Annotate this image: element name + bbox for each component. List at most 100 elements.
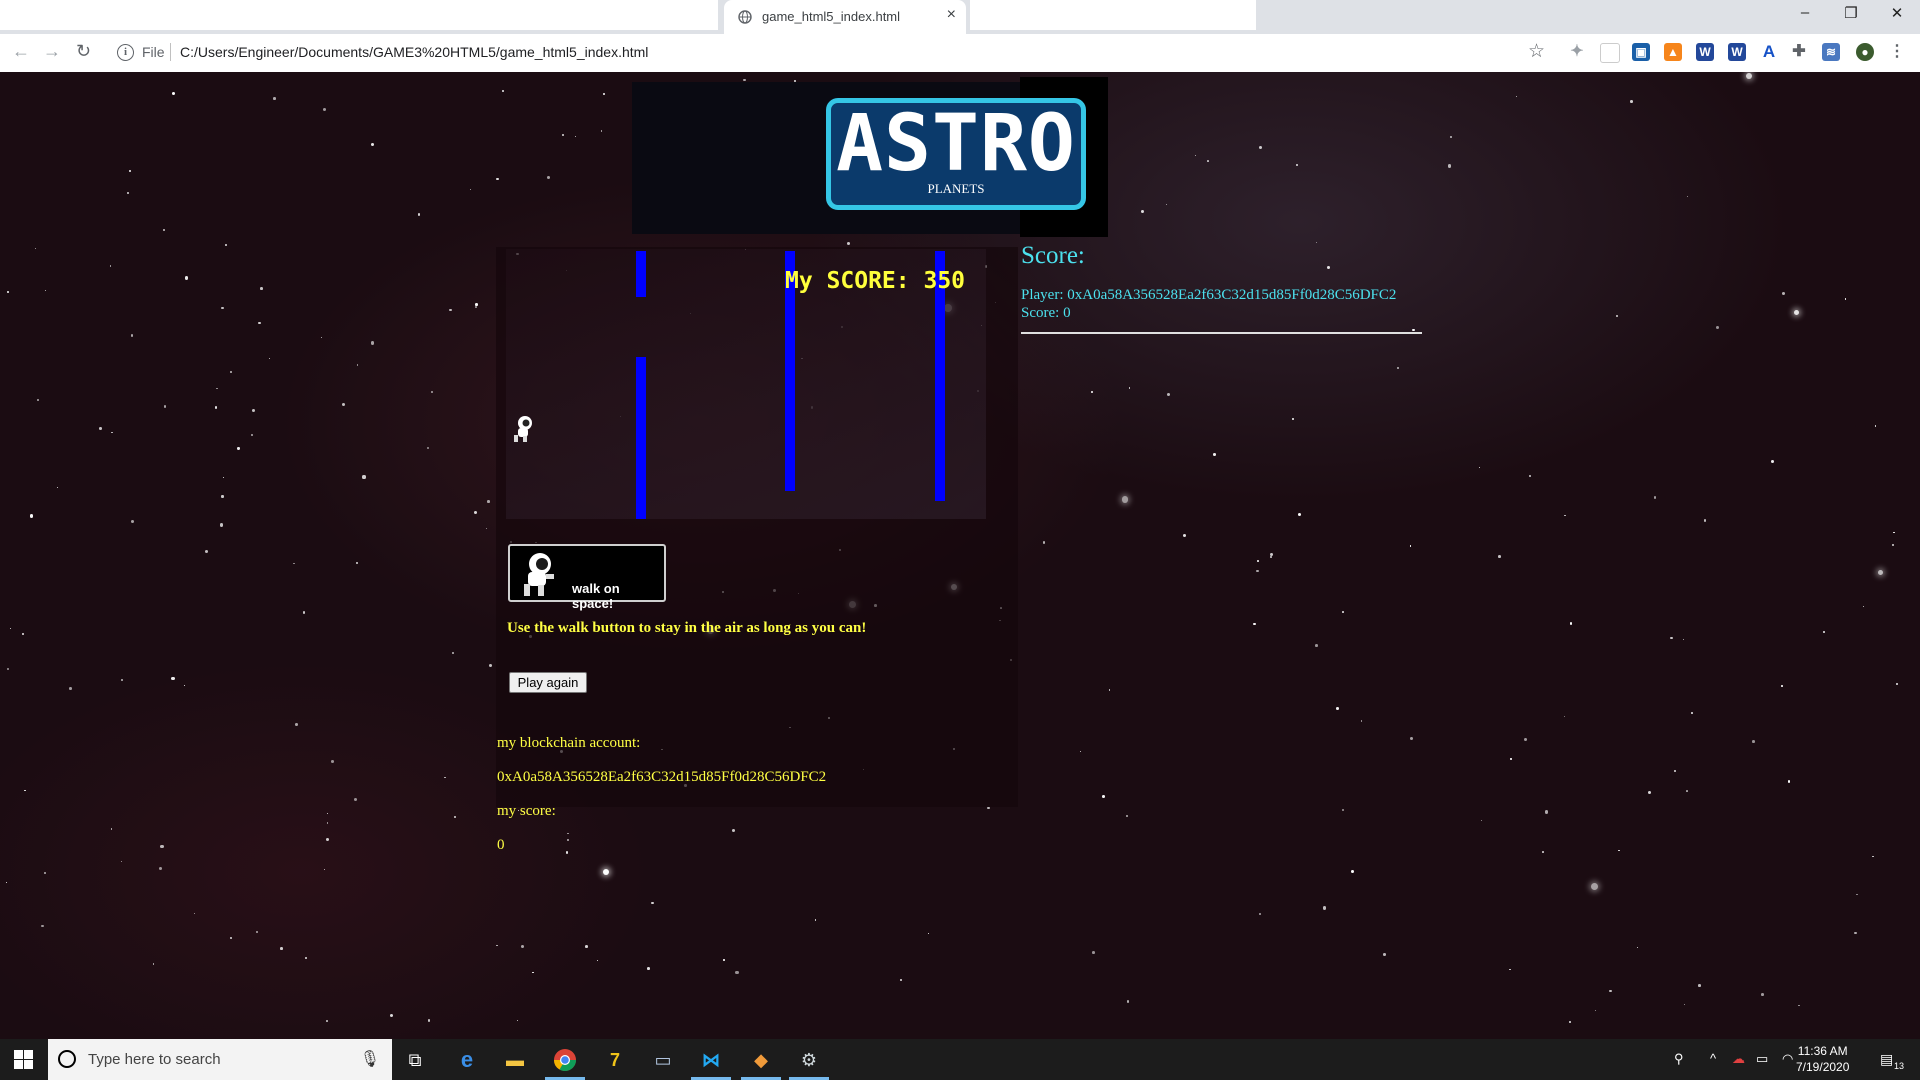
forward-arrow-icon[interactable]: → (43, 41, 61, 62)
info-icon[interactable]: i (117, 44, 134, 61)
star-dot (341, 403, 345, 407)
star-dot (1528, 474, 1532, 478)
chrome-icon[interactable] (552, 1048, 578, 1072)
star-dot (1684, 1003, 1686, 1006)
star-dot (1291, 417, 1295, 421)
profile-icon[interactable]: ● (1856, 43, 1874, 61)
notifications-icon[interactable]: ▤ (1880, 1051, 1893, 1068)
star-dot (268, 357, 270, 360)
star-dot (1615, 314, 1618, 317)
metamask-fox-icon[interactable]: ▲ (1664, 43, 1682, 61)
star-dot (205, 549, 209, 553)
taskbar-search-box[interactable]: Type here to search 🎙 (48, 1039, 392, 1080)
star-dot (1259, 145, 1262, 149)
extension-box-icon[interactable] (1600, 43, 1620, 63)
star-dot (302, 611, 306, 614)
star-dot (1448, 164, 1452, 168)
address-divider (170, 43, 171, 61)
star-dot (152, 963, 155, 965)
task-view-icon[interactable]: ⧉ (402, 1048, 428, 1072)
star-dot (1654, 496, 1657, 499)
walk-on-space-button[interactable]: walk on space! (508, 544, 666, 611)
restore-window-button[interactable]: ❐ (1828, 4, 1874, 22)
people-icon[interactable]: ⚲ (1674, 1051, 1684, 1067)
astro-planets-logo: ASTRO PLANETS (826, 98, 1086, 210)
star-dot (323, 107, 327, 112)
star-dot (566, 832, 569, 835)
extension-blue-icon[interactable]: ▣ (1632, 43, 1650, 61)
windows-start-icon[interactable] (14, 1050, 34, 1070)
tab-game-html5-index[interactable]: game_html5_index.html × (724, 0, 966, 34)
app-box-icon[interactable]: ◆ (748, 1048, 774, 1072)
wifi-icon[interactable]: ◠ (1782, 1051, 1793, 1067)
clock-date: 7/19/2020 (1796, 1060, 1850, 1074)
star-dot (474, 303, 478, 306)
star-dot (1703, 519, 1706, 522)
star-dot (1895, 683, 1899, 686)
minimize-window-button[interactable]: – (1782, 4, 1828, 21)
star-dot (603, 92, 606, 96)
onedrive-error-icon[interactable]: ☁ (1732, 1051, 1745, 1067)
star-dot (1182, 533, 1187, 538)
star-dot (158, 866, 163, 870)
star-dot (1360, 720, 1362, 722)
extension-a-icon[interactable]: A (1760, 43, 1778, 61)
tab-close-icon[interactable]: × (947, 6, 956, 24)
app-monitor-icon[interactable]: ▭ (650, 1048, 676, 1072)
star-dot (353, 797, 357, 802)
star-dot (1270, 555, 1273, 559)
star-dot (1252, 622, 1256, 626)
reload-icon[interactable]: ↻ (76, 41, 91, 62)
vscode-icon[interactable]: ⋈ (698, 1048, 724, 1072)
star-dot (371, 341, 375, 345)
star-dot (1770, 460, 1774, 464)
account-value: 0xA0a58A356528Ea2f63C32d15d85Ff0d28C56DF… (497, 769, 827, 785)
microphone-icon[interactable]: 🎙 (360, 1049, 380, 1069)
cast-icon[interactable]: ≋ (1822, 43, 1840, 61)
close-window-button[interactable]: ✕ (1874, 4, 1920, 22)
star-dot (574, 135, 577, 138)
star-dot (1893, 531, 1895, 534)
app-7-icon[interactable]: 7 (602, 1048, 628, 1072)
star-dot (1683, 639, 1685, 641)
play-again-button[interactable]: Play again (509, 672, 587, 693)
taskbar-clock[interactable]: 11:36 AM 7/19/2020 (1796, 1043, 1849, 1075)
star-dot (1752, 740, 1756, 744)
star-dot (1042, 541, 1046, 544)
edge-icon[interactable]: e (454, 1048, 480, 1072)
star-dot (1745, 72, 1752, 79)
star-dot (1647, 790, 1651, 795)
app-gear-icon[interactable]: ⚙ (796, 1048, 822, 1072)
star-dot (258, 321, 261, 325)
star-dot (1877, 570, 1883, 576)
extension-w-icon[interactable]: W (1696, 43, 1714, 61)
address-bar[interactable]: C:/Users/Engineer/Documents/GAME3%20HTML… (180, 44, 648, 60)
new-tab-area[interactable] (970, 0, 1256, 30)
windows-taskbar: Type here to search 🎙 ⧉ e ▬ 7 ▭ ⋈ ◆ ⚙ ⚲ … (0, 1039, 1920, 1080)
star-dot (1862, 605, 1864, 608)
star-dot (1314, 644, 1318, 648)
star-dot (252, 408, 256, 412)
file-explorer-icon[interactable]: ▬ (502, 1048, 528, 1072)
menu-icon[interactable]: ⋮ (1888, 43, 1906, 61)
search-placeholder: Type here to search (88, 1051, 221, 1068)
extension-w2-icon[interactable]: W (1728, 43, 1746, 61)
extensions-icon[interactable]: ✚ (1790, 43, 1808, 61)
star-dot (260, 287, 264, 290)
star-dot (485, 528, 487, 530)
star-dot (1256, 569, 1259, 572)
star-dot (171, 676, 175, 680)
tray-chevron-icon[interactable]: ^ (1710, 1051, 1716, 1066)
star-dot (44, 871, 47, 874)
back-arrow-icon[interactable]: ← (12, 41, 30, 62)
pipe-top-1 (636, 251, 646, 297)
star-dot (469, 189, 471, 191)
bookmark-star-icon[interactable]: ☆ (1528, 40, 1545, 63)
battery-icon[interactable]: ▭ (1756, 1051, 1768, 1067)
star-dot (1257, 560, 1259, 563)
star-dot (305, 957, 307, 960)
star-dot (1569, 622, 1573, 625)
star-dot (1823, 631, 1826, 634)
star-dot (225, 244, 227, 246)
pin-extension-icon[interactable]: ✦ (1568, 43, 1586, 61)
